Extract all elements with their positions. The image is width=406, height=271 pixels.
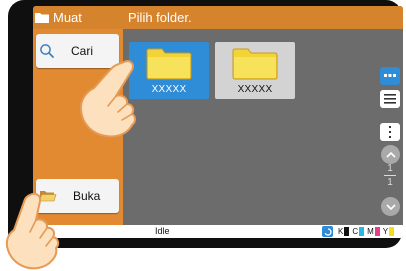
folder-icon — [232, 48, 278, 80]
scroll-down-button[interactable] — [381, 197, 400, 216]
folder-tile[interactable]: XXXXX — [215, 42, 295, 99]
app-title-label: Muat — [53, 10, 82, 25]
toner-levels: K C M Y — [322, 225, 395, 238]
view-controls: 1 1 — [369, 29, 403, 225]
toner-label: Y — [382, 227, 389, 236]
search-button-label: Cari — [71, 44, 94, 58]
toner-yellow-bar — [389, 227, 395, 236]
toner-magenta-bar — [374, 227, 380, 236]
tap-hand-icon — [5, 192, 60, 270]
chevron-up-icon — [385, 151, 396, 158]
app-title: Muat — [33, 6, 82, 29]
scroll-up-button[interactable] — [381, 145, 400, 164]
folder-icon — [146, 48, 192, 80]
folder-grid: XXXXX XXXXX — [123, 29, 369, 225]
network-status-icon — [322, 226, 333, 237]
folder-name: XXXXX — [237, 84, 273, 95]
total-pages: 1 — [387, 177, 393, 188]
more-vertical-icon — [389, 126, 391, 138]
status-bar: th Idle K C M Y — [33, 225, 403, 238]
page-title: Pilih folder. — [128, 10, 192, 25]
more-options-button[interactable] — [380, 123, 400, 141]
toner-label: M — [367, 227, 374, 236]
search-icon — [40, 44, 54, 58]
open-button-label: Buka — [73, 189, 101, 203]
toner-label: C — [352, 227, 359, 236]
page-indicator: 1 1 — [379, 163, 401, 188]
toner-label: K — [338, 227, 344, 236]
folder-name: XXXXX — [151, 84, 187, 95]
toner-cyan-bar — [359, 227, 365, 236]
folder-icon — [35, 13, 49, 23]
list-view-button[interactable] — [380, 90, 400, 108]
thumbnail-view-button[interactable] — [380, 67, 400, 85]
page-divider — [384, 175, 396, 176]
list-view-icon — [384, 94, 396, 104]
chevron-down-icon — [385, 203, 396, 210]
title-bar: Muat Pilih folder. — [33, 6, 403, 29]
tap-hand-icon — [79, 60, 136, 138]
status-text: Idle — [155, 226, 170, 236]
toner-black-bar — [344, 227, 350, 236]
grid-view-icon — [384, 74, 396, 77]
current-page: 1 — [387, 163, 393, 174]
